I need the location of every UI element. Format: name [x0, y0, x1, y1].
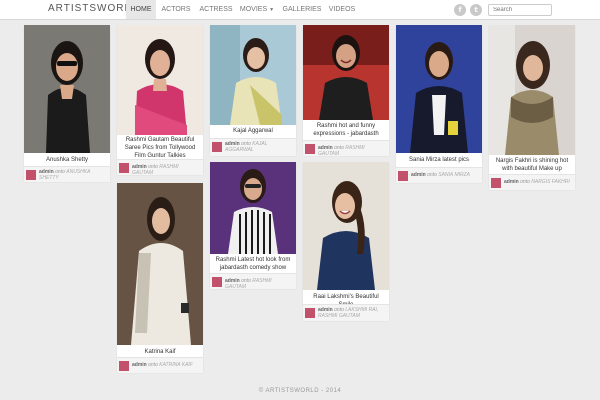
facebook-icon[interactable]: f: [454, 4, 466, 16]
nav-actors[interactable]: ACTORS: [160, 0, 192, 19]
post-byline: admin onto RASHMI GAUTAM: [318, 145, 387, 157]
avatar: [305, 308, 315, 318]
post-author[interactable]: admin: [504, 179, 519, 185]
avatar: [305, 144, 315, 154]
post-title[interactable]: Rashmi Gautam Beautiful Saree Pics from …: [120, 136, 200, 160]
post-image[interactable]: [303, 162, 389, 290]
post-title[interactable]: Nargis Fakhri is shining hot with beauti…: [492, 157, 572, 173]
avatar: [212, 277, 222, 287]
avatar: [398, 171, 408, 181]
post-meta: admin onto NARGIS FAKHRI: [489, 174, 575, 190]
post-byline: admin onto KATRINA KAIF: [132, 362, 201, 368]
nav-videos[interactable]: VIDEOS: [326, 0, 358, 19]
avatar: [212, 142, 222, 152]
post-card: Rashmi Gautam Beautiful Saree Pics from …: [117, 25, 203, 176]
post-image[interactable]: [489, 25, 575, 155]
post-meta: admin onto RASHMI GAUTAM: [303, 140, 389, 157]
post-meta: admin onto SANIA MIRZA: [396, 167, 482, 183]
post-byline: admin onto LAKSHMI RAI, RASHMI GAUTAM: [318, 307, 387, 319]
post-author[interactable]: admin: [411, 172, 426, 178]
onto-text: onto: [427, 172, 437, 178]
post-byline: admin onto RASHMI GAUTAM: [132, 164, 201, 176]
footer-copyright: © ARTISTSWORLD - 2014: [258, 388, 342, 394]
post-meta: admin onto RASHMI GAUTAM: [210, 273, 296, 290]
post-category[interactable]: KATRINA KAIF: [159, 362, 193, 368]
post-byline: admin onto SANIA MIRZA: [411, 172, 480, 178]
post-card: Katrina Kaif admin onto KATRINA KAIF: [117, 183, 203, 373]
post-category[interactable]: NARGIS FAKHRI: [531, 179, 570, 185]
post-title[interactable]: Rashmi hot and funny expressions - jabar…: [306, 122, 386, 138]
avatar: [119, 361, 129, 371]
post-image[interactable]: [210, 162, 296, 254]
post-card: Sania Mirza latest pics admin onto SANIA…: [396, 25, 482, 183]
nav-galleries[interactable]: GALLERIES: [282, 0, 322, 19]
avatar: [26, 170, 36, 180]
post-card: Rashmi hot and funny expressions - jabar…: [303, 25, 389, 157]
nav-actress[interactable]: ACTRESS: [198, 0, 234, 19]
chevron-down-icon: ▼: [269, 7, 275, 13]
post-title[interactable]: Kajal Aggarwal: [213, 127, 293, 135]
nav-home[interactable]: HOME: [126, 0, 156, 19]
post-meta: admin onto KAJAL AGGARWAL: [210, 138, 296, 156]
post-card: Nargis Fakhri is shining hot with beauti…: [489, 25, 575, 190]
post-byline: admin onto KAJAL AGGARWAL: [225, 141, 294, 153]
post-image[interactable]: [24, 25, 110, 153]
search-input[interactable]: [488, 4, 552, 16]
avatar: [119, 163, 129, 173]
post-meta: admin onto RASHMI GAUTAM: [117, 159, 203, 176]
post-card: Rashmi Latest hot look from jabardasth c…: [210, 162, 296, 290]
post-category[interactable]: SANIA MIRZA: [438, 172, 470, 178]
post-title[interactable]: Sania Mirza latest pics: [399, 156, 479, 164]
twitter-icon[interactable]: t: [470, 4, 482, 16]
post-card: Raai Lakshmi's Beautiful Smile admin ont…: [303, 162, 389, 321]
onto-text: onto: [148, 362, 158, 368]
top-navbar: ARTISTSWORLD HOME ACTORS ACTRESS MOVIES ▼…: [0, 0, 600, 20]
post-image[interactable]: [303, 25, 389, 120]
onto-text: onto: [520, 179, 530, 185]
post-card: Kajal Aggarwal admin onto KAJAL AGGARWAL: [210, 25, 296, 156]
nav-movies-label: MOVIES: [239, 6, 268, 13]
post-meta: admin onto KATRINA KAIF: [117, 357, 203, 373]
post-title[interactable]: Katrina Kaif: [120, 348, 200, 356]
post-byline: admin onto RASHMI GAUTAM: [225, 278, 294, 290]
post-author[interactable]: admin: [132, 362, 147, 368]
post-meta: admin onto LAKSHMI RAI, RASHMI GAUTAM: [303, 304, 389, 321]
post-byline: admin onto NARGIS FAKHRI: [504, 179, 573, 185]
nav-movies[interactable]: MOVIES ▼: [238, 0, 276, 19]
post-image[interactable]: [117, 25, 203, 135]
post-title[interactable]: Anushka Shetty: [27, 156, 107, 164]
post-image[interactable]: [396, 25, 482, 153]
post-title[interactable]: Rashmi Latest hot look from jabardasth c…: [213, 256, 293, 272]
post-card: Anushka Shetty admin onto ANUSHKA SHETTY: [24, 25, 110, 182]
post-image[interactable]: [117, 183, 203, 345]
avatar: [491, 178, 501, 188]
post-meta: admin onto ANUSHKA SHETTY: [24, 166, 110, 182]
post-byline: admin onto ANUSHKA SHETTY: [39, 169, 108, 181]
post-image[interactable]: [210, 25, 296, 125]
